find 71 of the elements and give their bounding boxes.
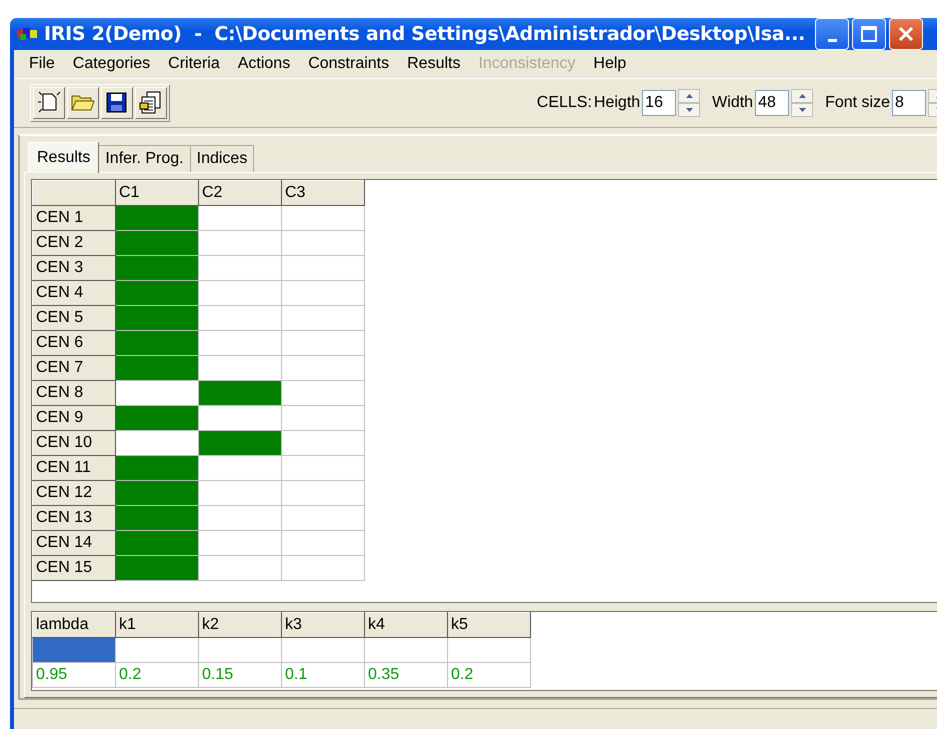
table-cell: 0.95 bbox=[32, 662, 116, 688]
menu-item[interactable]: Actions bbox=[228, 53, 300, 75]
number-field[interactable]: 8 bbox=[892, 90, 926, 116]
minimize-button[interactable] bbox=[815, 18, 850, 50]
spin-down-button[interactable] bbox=[791, 103, 814, 117]
empty-cell[interactable] bbox=[448, 638, 530, 662]
row-header: CEN 4 bbox=[32, 280, 116, 306]
row-header: CEN 12 bbox=[32, 480, 116, 506]
tab[interactable]: Indices bbox=[190, 145, 254, 172]
column-header: C2 bbox=[198, 180, 282, 206]
empty-cell[interactable] bbox=[282, 638, 364, 662]
row-header: CEN 8 bbox=[32, 380, 116, 406]
field-label: Font size bbox=[825, 94, 890, 112]
row-header: CEN 11 bbox=[32, 456, 116, 480]
row-header: CEN 10 bbox=[32, 430, 116, 456]
row-header: CEN 5 bbox=[32, 306, 116, 330]
maximize-button[interactable] bbox=[852, 18, 886, 50]
spin-up-button[interactable] bbox=[678, 89, 700, 103]
row-header: CEN 2 bbox=[32, 230, 116, 256]
row-header: CEN 9 bbox=[32, 406, 116, 430]
new-button[interactable] bbox=[33, 87, 65, 119]
up-arrow-icon bbox=[686, 94, 693, 98]
menu-item[interactable]: Results bbox=[398, 53, 470, 75]
row-header: CEN 1 bbox=[32, 206, 116, 230]
save-button[interactable] bbox=[101, 87, 133, 119]
up-arrow-icon bbox=[798, 94, 806, 98]
table-cell: 0.15 bbox=[198, 662, 282, 688]
spin-up-button[interactable] bbox=[791, 89, 814, 103]
column-header: C1 bbox=[116, 180, 198, 206]
minimize-icon bbox=[828, 39, 837, 42]
empty-cell[interactable] bbox=[198, 638, 282, 662]
window-title: IRIS 2(Demo) - C:\Documents and Settings\Administrador\Desktop\Isa... bbox=[44, 23, 806, 45]
column-header: k4 bbox=[364, 612, 448, 638]
table-cell: 0.35 bbox=[364, 662, 448, 688]
close-icon bbox=[897, 25, 916, 43]
menu-item[interactable]: Constraints bbox=[299, 53, 398, 75]
table-cell: 0.2 bbox=[448, 662, 530, 688]
column-header: lambda bbox=[32, 612, 116, 638]
column-header: C3 bbox=[282, 180, 364, 206]
field-label: Heigth bbox=[594, 94, 640, 112]
close-button[interactable] bbox=[889, 18, 924, 50]
menu-item[interactable]: Help bbox=[584, 53, 636, 75]
row-header: CEN 7 bbox=[32, 356, 116, 380]
selected-cell[interactable] bbox=[32, 638, 116, 662]
row-header: CEN 6 bbox=[32, 330, 116, 356]
down-arrow-icon bbox=[686, 108, 693, 112]
column-header: k3 bbox=[282, 612, 364, 638]
maximize-icon bbox=[860, 25, 878, 43]
cells-label: CELLS: bbox=[536, 94, 592, 112]
field-label: Width bbox=[712, 94, 754, 112]
row-header: CEN 15 bbox=[32, 556, 116, 580]
row-header: CEN 3 bbox=[32, 256, 116, 280]
row-header: CEN 14 bbox=[32, 530, 116, 556]
column-header: k2 bbox=[198, 612, 282, 638]
menu-item[interactable]: File bbox=[20, 53, 64, 75]
menu-item[interactable]: Categories bbox=[64, 53, 160, 75]
column-header: k5 bbox=[448, 612, 530, 638]
table-cell: 0.2 bbox=[116, 662, 198, 688]
menu-item[interactable]: Criteria bbox=[159, 53, 229, 75]
number-field[interactable]: 48 bbox=[755, 90, 790, 116]
empty-cell[interactable] bbox=[364, 638, 448, 662]
column-header: k1 bbox=[116, 612, 198, 638]
row-header: CEN 13 bbox=[32, 506, 116, 530]
table-cell: 0.1 bbox=[282, 662, 364, 688]
spin-down-button[interactable] bbox=[678, 103, 700, 117]
report-button[interactable] bbox=[135, 87, 167, 119]
tab[interactable]: Results bbox=[28, 142, 100, 173]
open-button[interactable] bbox=[67, 87, 99, 119]
app-icon bbox=[16, 26, 38, 42]
number-field[interactable]: 16 bbox=[642, 90, 676, 116]
down-arrow-icon bbox=[798, 108, 806, 112]
